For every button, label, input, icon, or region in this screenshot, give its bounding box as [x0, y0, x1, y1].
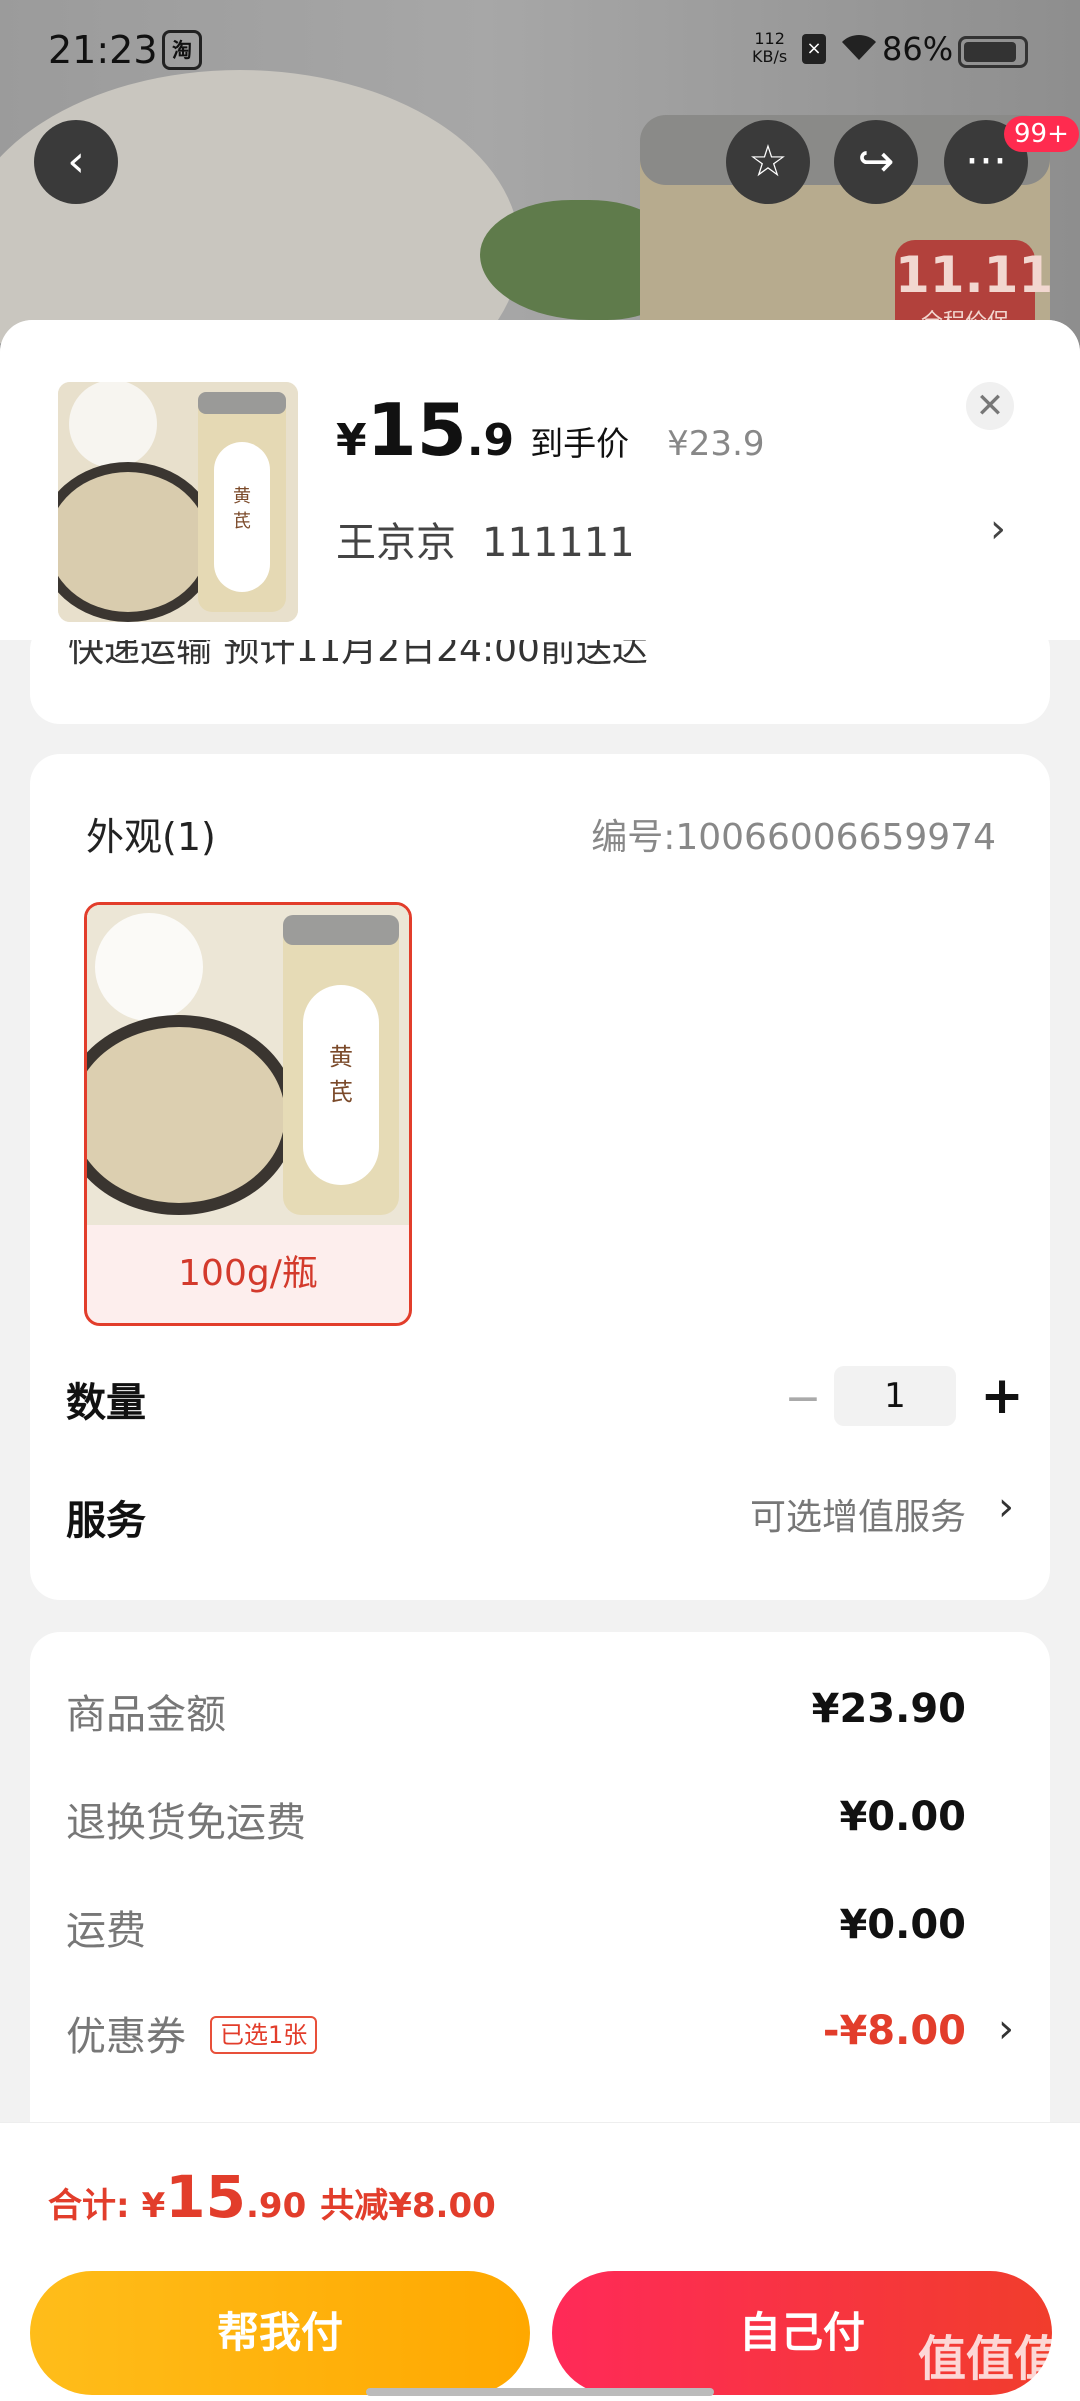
product-code: 编号:10066006659974 — [591, 817, 996, 858]
svg-text:黄: 黄 — [329, 1043, 353, 1071]
service-selector[interactable]: 可选增值服务 — [750, 1488, 966, 1540]
checkout-bar: 合计: ¥ 15 .90 共减¥8.00 帮我付 自己付 值值值 — [0, 2122, 1080, 2401]
home-indicator[interactable] — [366, 2388, 714, 2396]
coupon-discount-value[interactable]: -¥8.00 — [823, 2008, 966, 2054]
total-decimal: .90 — [246, 2186, 307, 2226]
quantity-plus-button[interactable]: + — [974, 1368, 1030, 1424]
close-button[interactable]: ✕ — [966, 382, 1014, 430]
spec-title: 外观(1) — [86, 815, 216, 859]
price-integer: 15 — [366, 388, 467, 472]
spec-option-selected[interactable]: 黄 芪 100g/瓶 — [84, 902, 412, 1326]
coupon-selected-tag: 已选1张 — [210, 2016, 318, 2054]
original-price: ¥23.9 — [667, 424, 765, 464]
recipient-phone: 111111 — [482, 520, 635, 566]
status-bar: 21:23 淘 112 KB/s × 86% — [0, 0, 1080, 100]
spec-card: 外观(1) 编号:10066006659974 黄 芪 100g/瓶 数量 − — [30, 754, 1050, 1600]
total-row: 合计: ¥ 15 .90 共减¥8.00 — [48, 2163, 496, 2231]
sheet-header: 黄 芪 ¥ 15 .9 到手价 ¥23.9 王京京 111111 › ✕ — [0, 320, 1080, 640]
price-summary-card: 商品金额 ¥23.90 退换货免运费 ¥0.00 运费 ¥0.00 优惠券 已选… — [30, 1632, 1050, 2152]
back-button[interactable]: ‹ — [34, 120, 118, 204]
network-speed: 112 KB/s — [752, 29, 788, 66]
total-integer: 15 — [165, 2163, 246, 2231]
recipient-info[interactable]: 王京京 111111 — [336, 510, 661, 568]
price-decimal: .9 — [466, 415, 515, 466]
chevron-right-icon[interactable]: › — [998, 1484, 1014, 1530]
status-time: 21:23 — [48, 28, 158, 72]
svg-text:芪: 芪 — [233, 511, 251, 532]
battery-percent: 86% — [882, 30, 954, 68]
total-discount: 共减¥8.00 — [320, 2186, 496, 2226]
shipping-fee-value: ¥0.00 — [839, 1902, 966, 1948]
quantity-input[interactable]: 1 — [834, 1366, 956, 1426]
recipient-name: 王京京 — [336, 520, 456, 566]
svg-text:芪: 芪 — [329, 1078, 353, 1106]
price-row: ¥ 15 .9 到手价 ¥23.9 — [336, 388, 765, 472]
spec-option-label: 100g/瓶 — [178, 1253, 318, 1294]
quantity-label: 数量 — [66, 1380, 146, 1426]
goods-amount-label: 商品金额 — [66, 1692, 226, 1738]
goods-amount-value: ¥23.90 — [811, 1686, 966, 1732]
purchase-sheet: 黄 芪 ¥ 15 .9 到手价 ¥23.9 王京京 111111 › ✕ 快递运输… — [0, 320, 1080, 2400]
total-currency: ¥ — [141, 2186, 166, 2226]
price-currency: ¥ — [336, 415, 367, 466]
chevron-right-icon[interactable]: › — [990, 506, 1006, 552]
return-shipping-label: 退换货免运费 — [66, 1800, 306, 1846]
quantity-minus-button[interactable]: − — [778, 1374, 828, 1424]
shipping-fee-label: 运费 — [66, 1908, 146, 1954]
service-label: 服务 — [66, 1498, 146, 1544]
message-count-badge: 99+ — [1004, 116, 1079, 152]
banner-bowl-shape — [0, 70, 520, 360]
total-label: 合计: — [48, 2186, 130, 2226]
return-shipping-value: ¥0.00 — [839, 1794, 966, 1840]
no-sim-icon: × — [802, 34, 826, 64]
chevron-right-icon[interactable]: › — [998, 2006, 1014, 2052]
coupon-label: 优惠券 — [66, 2014, 186, 2060]
watermark: 值值值 — [917, 2331, 1062, 2387]
battery-icon — [958, 36, 1028, 68]
svg-text:黄: 黄 — [233, 486, 251, 507]
share-icon[interactable]: ↪ — [834, 120, 918, 204]
favorite-star-icon[interactable]: ☆ — [726, 120, 810, 204]
wifi-icon — [840, 32, 878, 70]
final-price-label: 到手价 — [530, 424, 630, 463]
taobao-notification-icon: 淘 — [162, 30, 202, 70]
spec-option-image: 黄 芪 — [87, 905, 409, 1225]
product-thumbnail: 黄 芪 — [58, 382, 298, 622]
help-me-pay-button[interactable]: 帮我付 — [30, 2271, 530, 2395]
